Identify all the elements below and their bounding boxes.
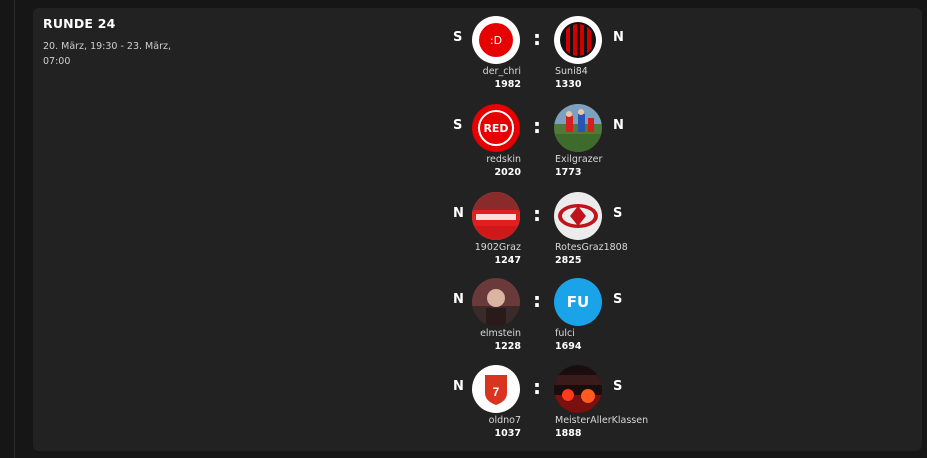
fan-banner-photo[interactable] xyxy=(472,192,520,240)
away-result: S xyxy=(613,379,623,394)
home-player-score: 1037 xyxy=(494,428,521,439)
red-crest-icon[interactable] xyxy=(554,192,602,240)
away-result: N xyxy=(613,30,624,45)
home-result: S xyxy=(453,30,463,45)
home-player-score: 1982 xyxy=(494,79,521,90)
match-separator: : xyxy=(533,288,541,312)
home-result: N xyxy=(453,292,464,307)
home-player-name[interactable]: redskin xyxy=(486,154,521,165)
match-separator: : xyxy=(533,202,541,226)
pyro-photo[interactable] xyxy=(554,365,602,413)
home-player-name[interactable]: der_chri xyxy=(483,66,521,77)
away-player-name[interactable]: Exilgrazer xyxy=(555,154,602,165)
avatar[interactable]: FU xyxy=(554,278,602,326)
avatar-text: FU xyxy=(566,293,590,311)
away-player-score: 2825 xyxy=(555,255,582,266)
away-player-name[interactable]: MeisterAllerKlassen xyxy=(555,415,648,426)
avatar-text: 7 xyxy=(493,385,500,399)
away-player-name[interactable]: Suni84 xyxy=(555,66,588,77)
away-player-score: 1773 xyxy=(555,167,582,178)
away-player-score: 1330 xyxy=(555,79,582,90)
home-result: N xyxy=(453,206,464,221)
match-separator: : xyxy=(533,26,541,50)
home-player-score: 1228 xyxy=(494,341,521,352)
away-player-name[interactable]: RotesGraz1808 xyxy=(555,242,628,253)
person-photo[interactable] xyxy=(472,278,520,326)
match-row[interactable]: N : FU S elmstein 1228 fulci 1694 xyxy=(33,278,922,365)
avatar[interactable]: RED xyxy=(472,104,520,152)
match-separator: : xyxy=(533,375,541,399)
football-photo[interactable] xyxy=(554,104,602,152)
red-black-striped-shield-icon[interactable] xyxy=(554,16,602,64)
home-player-score: 2020 xyxy=(494,167,521,178)
match-row[interactable]: N : S 1902Graz 1247 RotesGraz1808 2825 xyxy=(33,192,922,279)
home-result: S xyxy=(453,118,463,133)
away-result: S xyxy=(613,292,623,307)
home-player-name[interactable]: 1902Graz xyxy=(475,242,521,253)
away-player-score: 1694 xyxy=(555,341,582,352)
home-player-name[interactable]: elmstein xyxy=(480,328,521,339)
match-row[interactable]: S :D : N der_chri 1982 Suni84 1330 xyxy=(33,16,922,103)
match-separator: : xyxy=(533,114,541,138)
round-card: RUNDE 24 20. März, 19:30 - 23. März, 07:… xyxy=(33,8,922,451)
home-player-score: 1247 xyxy=(494,255,521,266)
home-result: N xyxy=(453,379,464,394)
red-shield-7-icon[interactable]: 7 xyxy=(472,365,520,413)
avatar-text: :D xyxy=(489,33,503,47)
avatar-text: RED xyxy=(483,121,509,135)
match-row[interactable]: N 7 : S oldno7 1037 MeisterAllerKlassen … xyxy=(33,365,922,452)
home-player-name[interactable]: oldno7 xyxy=(489,415,521,426)
away-result: N xyxy=(613,118,624,133)
left-rail xyxy=(0,0,15,458)
away-result: S xyxy=(613,206,623,221)
match-row[interactable]: S RED : N redskin 2020 Exilgrazer 1773 xyxy=(33,104,922,191)
away-player-score: 1888 xyxy=(555,428,582,439)
away-player-name[interactable]: fulci xyxy=(555,328,575,339)
avatar[interactable]: :D xyxy=(472,16,520,64)
